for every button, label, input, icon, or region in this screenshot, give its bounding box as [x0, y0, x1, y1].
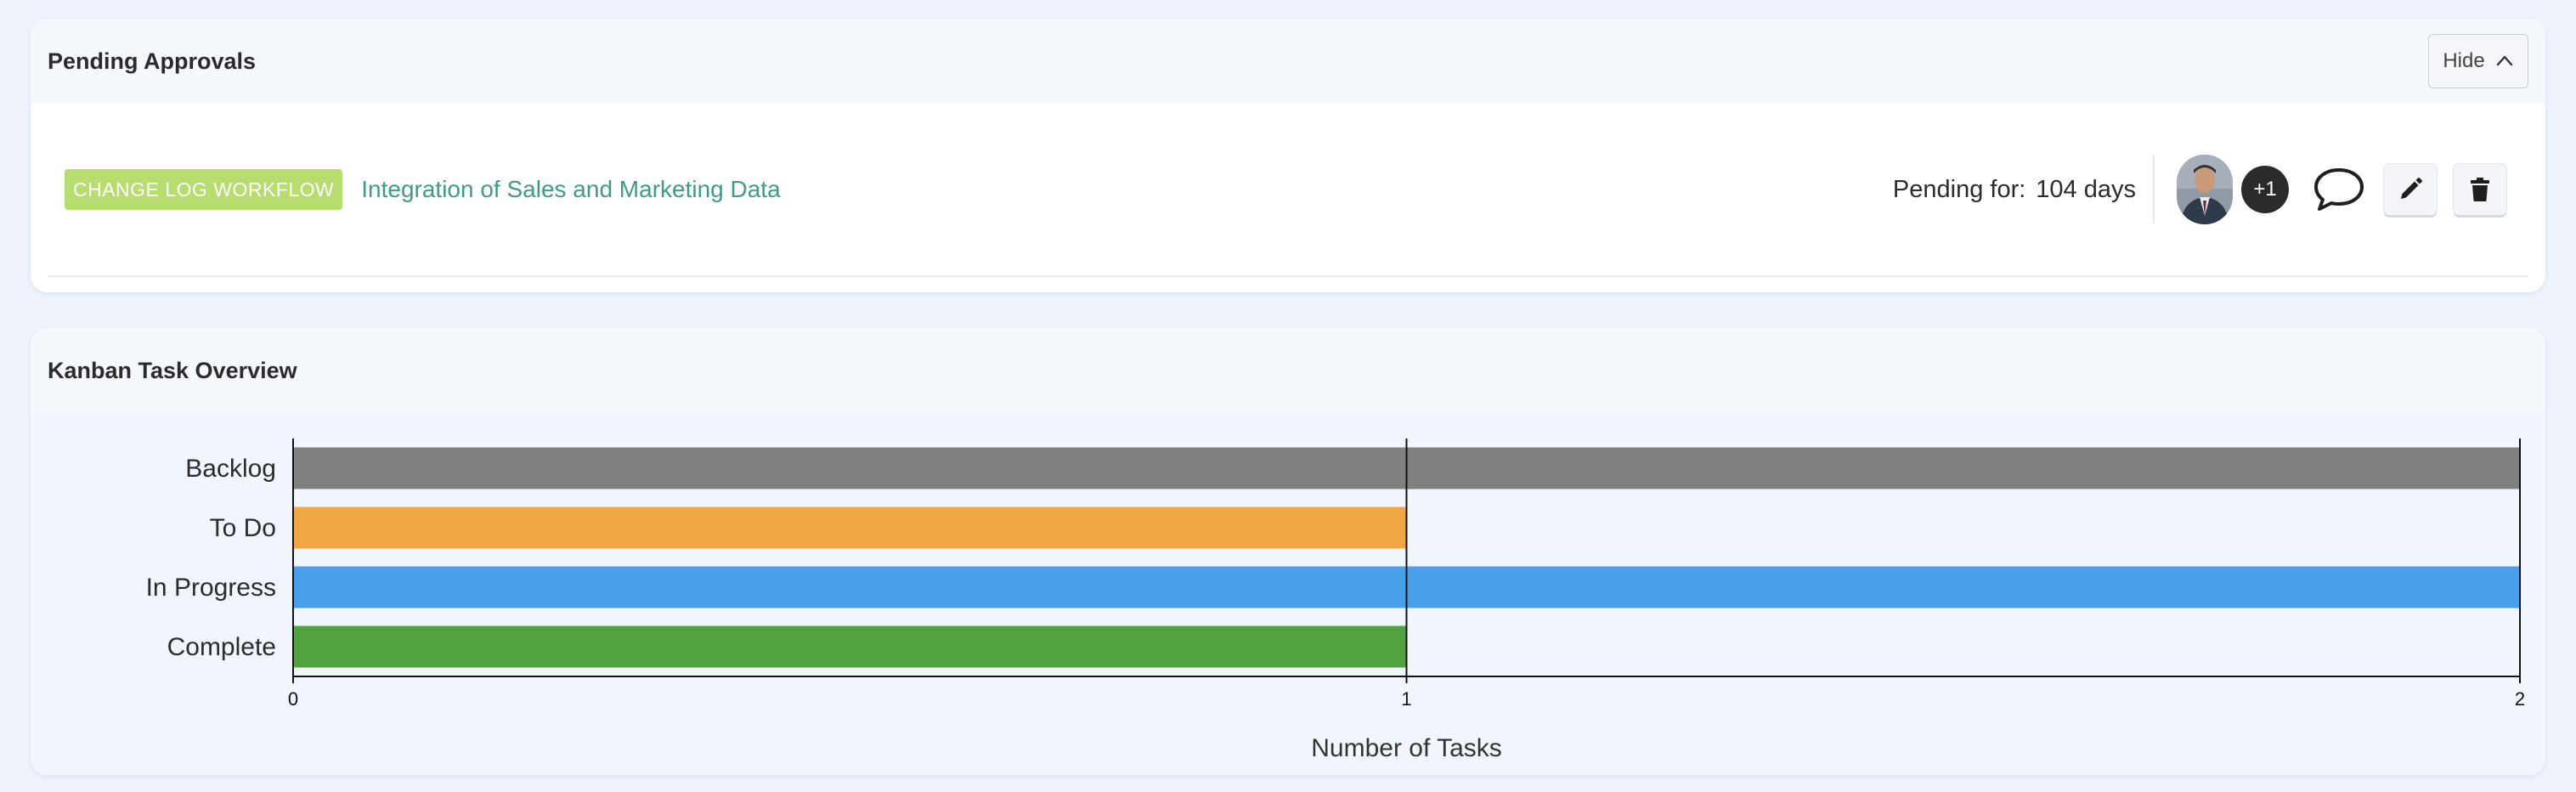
bar-complete: [293, 625, 1407, 668]
bar-to-do: [293, 506, 1407, 549]
workflow-badge: CHANGE LOG WORKFLOW: [65, 169, 343, 210]
pending-for-label: Pending for:: [1892, 175, 2026, 203]
pending-for-value: 104 days: [2036, 175, 2136, 203]
x-tick-label: 1: [1401, 688, 1411, 710]
category-label: To Do: [210, 514, 276, 542]
pending-approvals-title: Pending Approvals: [48, 48, 257, 74]
trash-icon: [2471, 178, 2489, 201]
hide-button-label: Hide: [2443, 49, 2485, 72]
category-label: Backlog: [185, 455, 276, 483]
kanban-overview-header: Kanban Task Overview: [31, 328, 2545, 413]
edit-button[interactable]: [2384, 164, 2437, 215]
page: Pending Approvals Hide CHANGE LOG WORKFL…: [0, 0, 2576, 792]
pending-approvals-header: Pending Approvals Hide: [31, 19, 2545, 104]
kanban-overview-card: Kanban Task Overview Backlog To Do In Prog…: [31, 328, 2545, 775]
approval-item-link[interactable]: Integration of Sales and Marketing Data: [361, 176, 780, 203]
kanban-chart-area: Backlog To Do In Progress Complete 0 1 2 Number…: [31, 413, 2545, 775]
chevron-up-icon: [2496, 55, 2512, 66]
pencil-icon: [2401, 178, 2422, 199]
approval-row: CHANGE LOG WORKFLOW Integration of Sales…: [48, 104, 2528, 277]
category-label: In Progress: [146, 574, 276, 602]
user-photo-icon[interactable]: [2177, 155, 2233, 224]
x-tick-label: 2: [2515, 688, 2525, 710]
delete-button[interactable]: [2454, 164, 2506, 215]
approval-row-actions: Pending for: 104 days +1: [1893, 104, 2506, 275]
x-tick-label: 0: [288, 688, 298, 710]
pending-approvals-card: Pending Approvals Hide CHANGE LOG WORKFL…: [31, 19, 2545, 292]
extra-assignees-badge[interactable]: +1: [2241, 166, 2289, 213]
category-label: Complete: [167, 633, 276, 661]
divider: [2153, 156, 2155, 223]
kanban-bar-chart: Backlog To Do In Progress Complete 0 1 2 Number…: [146, 438, 2525, 762]
kanban-overview-title: Kanban Task Overview: [48, 357, 297, 383]
hide-button[interactable]: Hide: [2428, 34, 2528, 88]
x-axis-title: Number of Tasks: [1311, 734, 1502, 762]
speech-bubble-icon[interactable]: [2311, 166, 2367, 213]
